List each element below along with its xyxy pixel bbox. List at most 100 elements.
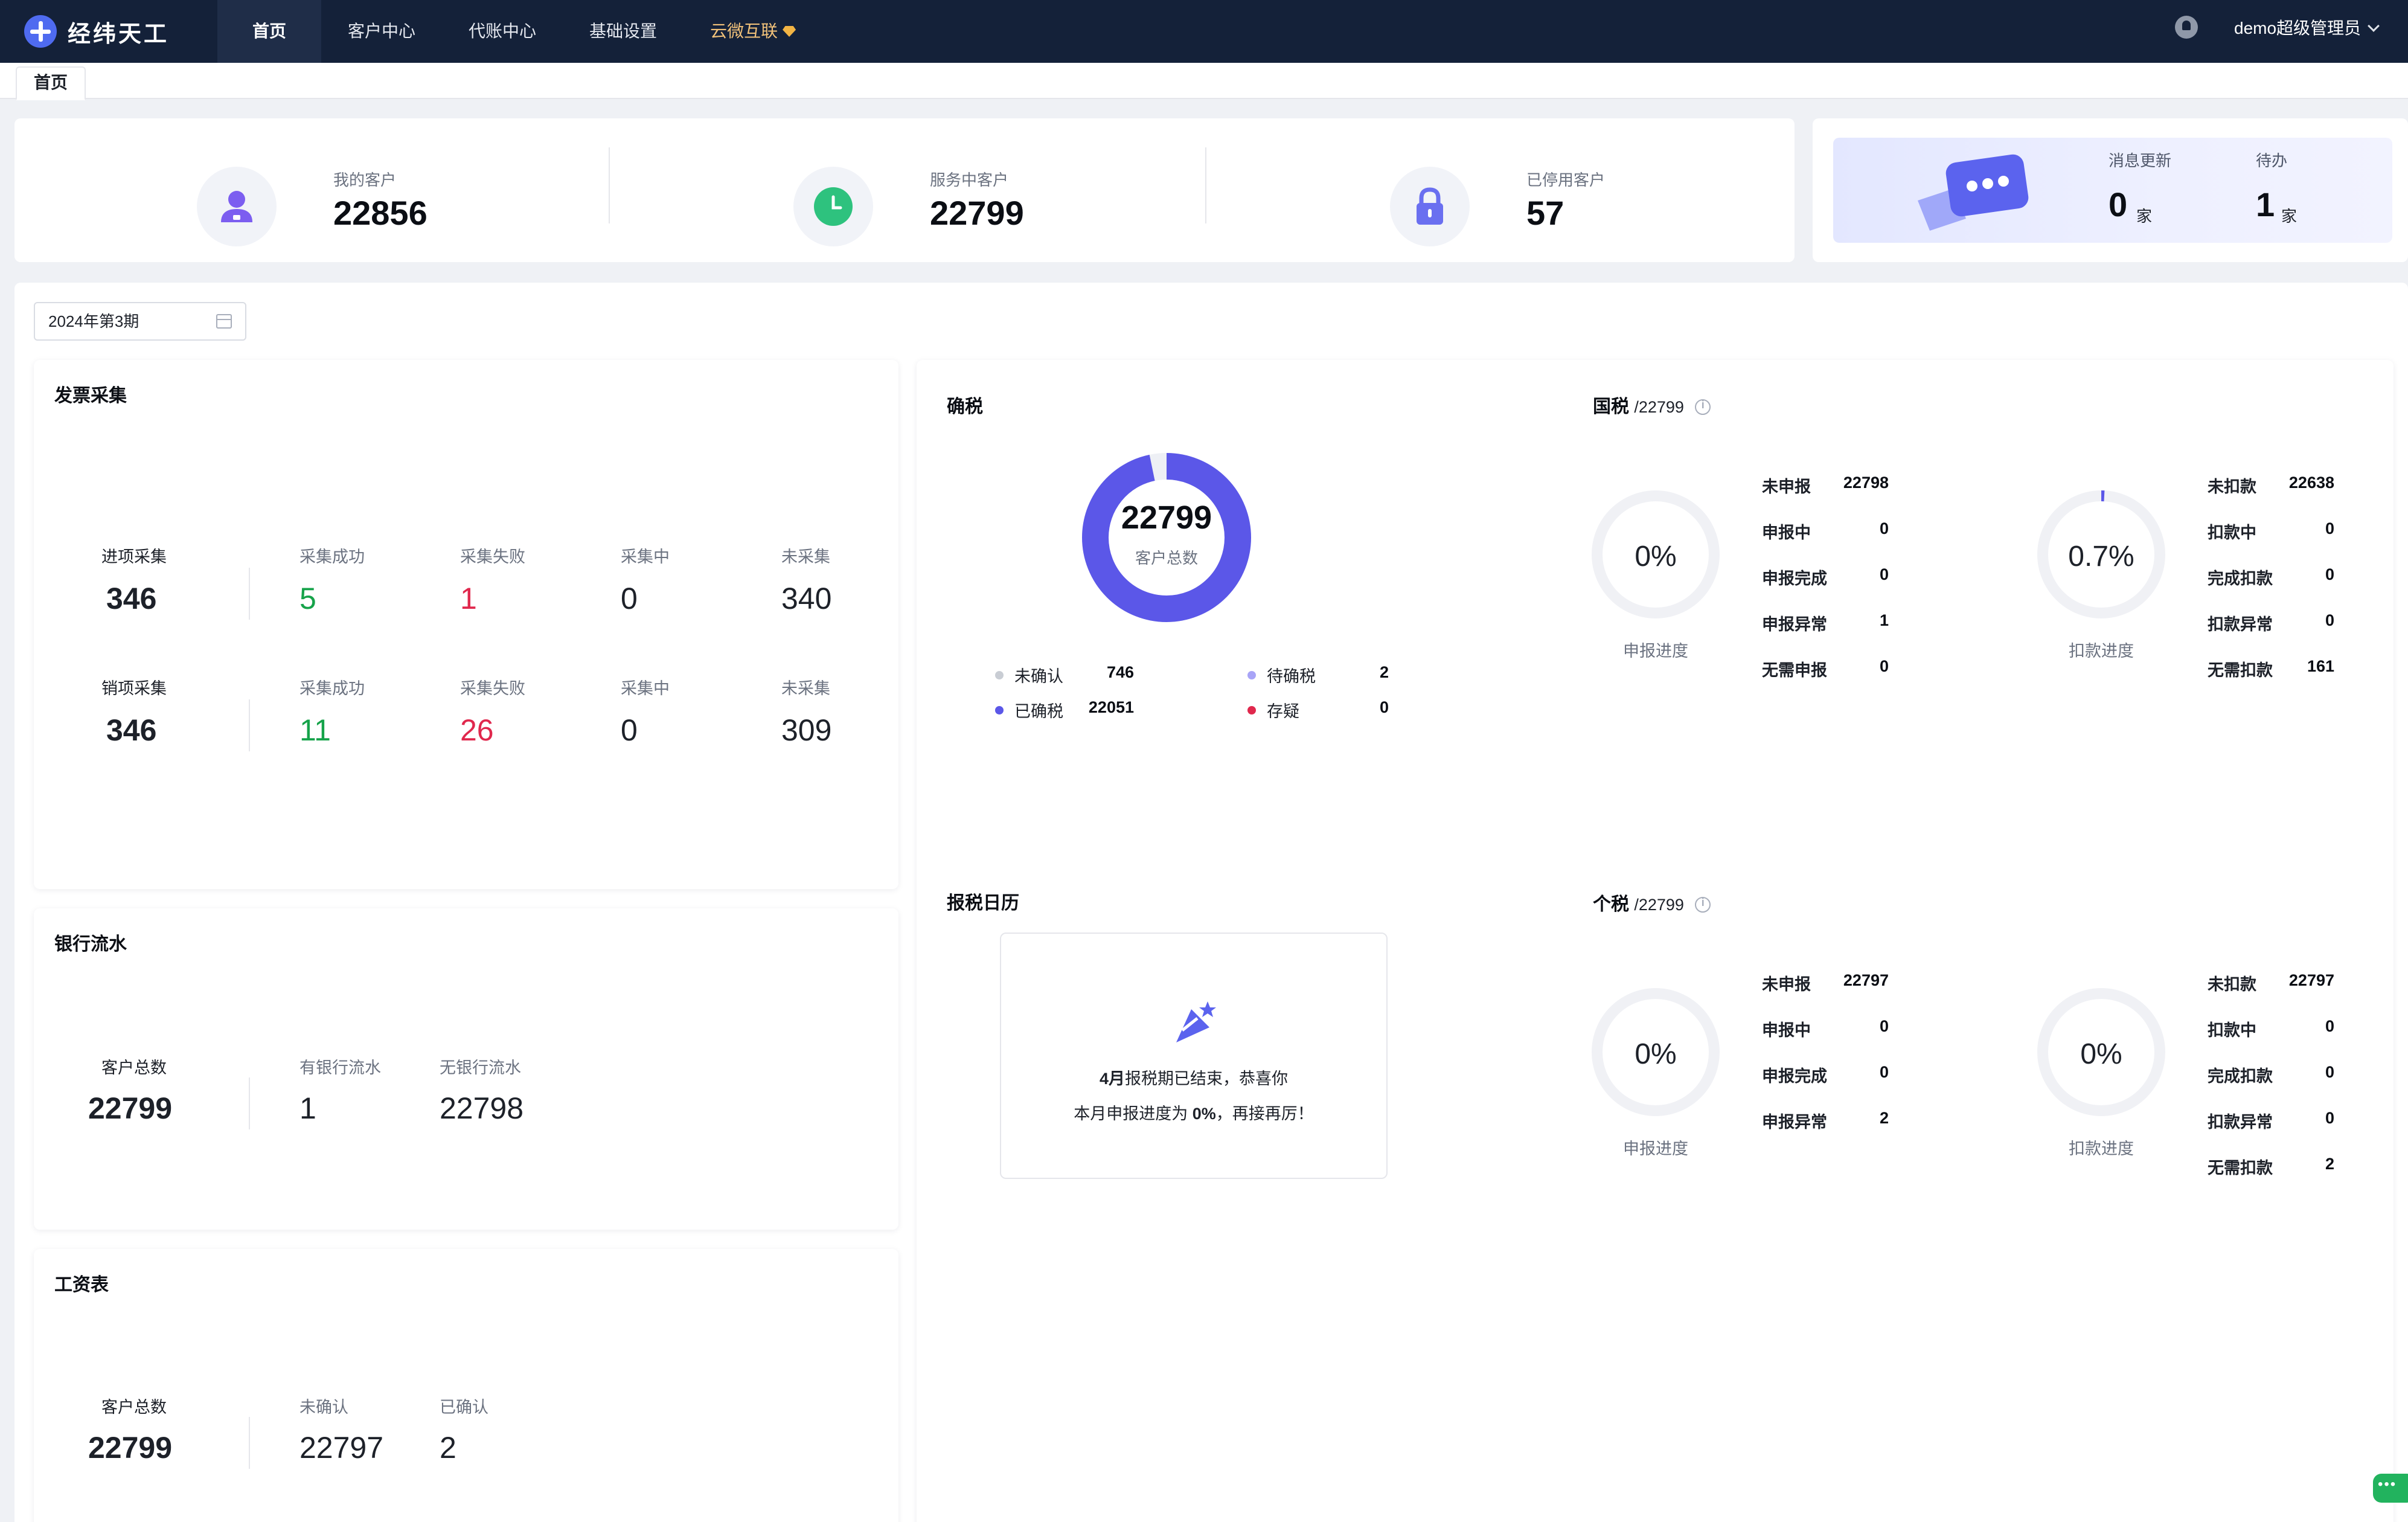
- legend-value: 0: [1379, 698, 1389, 716]
- nav-bookkeeping-center[interactable]: 代账中心: [442, 0, 563, 63]
- kv-value[interactable]: 0: [1804, 1017, 1889, 1036]
- kv-value[interactable]: 22797: [1804, 971, 1889, 990]
- input-none[interactable]: 340: [781, 581, 831, 616]
- calendar-line-1-text: 报税期已结束，恭喜你: [1125, 1070, 1289, 1088]
- kv-value[interactable]: 0: [2250, 565, 2334, 584]
- ring-caption: 扣款进度: [2069, 642, 2134, 660]
- national-deduct-ring[interactable]: 0.7%: [2037, 490, 2165, 618]
- divider: [1205, 147, 1206, 223]
- kv-value[interactable]: 0: [1804, 1063, 1889, 1082]
- stat-my-customers[interactable]: 我的客户 22856: [197, 140, 620, 246]
- ring-caption: 扣款进度: [2069, 1140, 2134, 1158]
- card-title: 工资表: [54, 1275, 109, 1295]
- nav-customer-center[interactable]: 客户中心: [321, 0, 442, 63]
- tab-home[interactable]: 首页: [16, 66, 86, 100]
- legend-pending[interactable]: 待确税: [1247, 663, 1316, 687]
- user-menu[interactable]: demo超级管理员: [2234, 0, 2380, 57]
- kv-value[interactable]: 0: [1804, 565, 1889, 584]
- kv-value[interactable]: 22798: [1804, 474, 1889, 492]
- none-label: 未采集: [781, 679, 830, 698]
- top-navbar: 经纬天工 首页 客户中心 代账中心 基础设置 云微互联 demo超级管理员: [0, 0, 2408, 63]
- kv-value[interactable]: 0: [1804, 519, 1889, 538]
- input-doing[interactable]: 0: [621, 581, 638, 616]
- kv-value[interactable]: 1: [1804, 611, 1889, 630]
- confirm-tax-donut[interactable]: 22799 客户总数: [1081, 452, 1252, 623]
- kv-value[interactable]: 0: [2250, 611, 2334, 630]
- divider: [609, 147, 610, 223]
- output-doing[interactable]: 0: [621, 713, 638, 748]
- page-tab-strip: 首页: [0, 63, 2408, 100]
- bank-none[interactable]: 22798: [440, 1091, 524, 1126]
- kv-value[interactable]: 161: [2250, 657, 2334, 676]
- legend-dot: [1247, 670, 1256, 679]
- kv-value[interactable]: 22638: [2250, 474, 2334, 492]
- notification-bell-icon[interactable]: [2175, 16, 2198, 39]
- personal-tax-suffix: /22799: [1634, 896, 1684, 914]
- info-icon[interactable]: [1695, 896, 1711, 913]
- input-total[interactable]: 346: [106, 581, 156, 616]
- legend-label: 存疑: [1267, 702, 1299, 721]
- kv-value[interactable]: 0: [1804, 657, 1889, 676]
- kv-label: 申报中: [1762, 524, 1811, 542]
- unconfirmed-label: 未确认: [299, 1398, 348, 1416]
- divider: [249, 568, 250, 620]
- payroll-unconfirmed[interactable]: 22797: [299, 1430, 383, 1465]
- input-fail[interactable]: 1: [460, 581, 477, 616]
- kv-value[interactable]: 2: [2250, 1155, 2334, 1174]
- clock-icon: [793, 167, 873, 246]
- input-success[interactable]: 5: [299, 581, 316, 616]
- stat-label: 已停用客户: [1526, 171, 1606, 189]
- kv-value[interactable]: 2: [1804, 1109, 1889, 1128]
- none-label: 未采集: [781, 548, 830, 566]
- message-card[interactable]: 消息更新 0 家 待办 1 家: [1833, 138, 2392, 243]
- legend-value: 746: [1106, 663, 1134, 681]
- brand-logo[interactable]: 经纬天工: [24, 13, 169, 50]
- calendar-line-2-text: ，再接再厉！: [1215, 1105, 1314, 1123]
- party-popper-icon: [1164, 994, 1225, 1048]
- info-icon[interactable]: [1695, 399, 1711, 415]
- fail-label: 采集失败: [460, 679, 525, 698]
- stat-disabled-customers[interactable]: 已停用客户 57: [1390, 140, 1776, 246]
- payroll-total[interactable]: 22799: [88, 1430, 172, 1465]
- output-success[interactable]: 11: [299, 713, 331, 748]
- legend-confirmed[interactable]: 已确税: [995, 698, 1063, 722]
- kv-value[interactable]: 0: [2250, 1063, 2334, 1082]
- total-label: 客户总数: [101, 1059, 167, 1077]
- output-fail[interactable]: 26: [460, 713, 494, 748]
- legend-unconfirmed[interactable]: 未确认: [995, 663, 1063, 687]
- ring-percent: 0%: [2080, 1038, 2122, 1070]
- nav-basic-settings[interactable]: 基础设置: [563, 0, 684, 63]
- ring-percent: 0%: [1635, 1038, 1677, 1070]
- period-picker[interactable]: 2024年第3期: [34, 302, 246, 341]
- kv-label: 未申报: [1762, 975, 1811, 994]
- total-label: 客户总数: [101, 1398, 167, 1416]
- personal-declare-ring[interactable]: 0%: [1592, 988, 1720, 1116]
- kv-value[interactable]: 0: [2250, 1109, 2334, 1128]
- nav-home[interactable]: 首页: [217, 0, 322, 63]
- payroll-confirmed[interactable]: 2: [440, 1430, 456, 1465]
- chat-support-icon[interactable]: [2373, 1474, 2408, 1503]
- stat-serving-customers[interactable]: 服务中客户 22799: [793, 140, 1216, 246]
- nav-yunwei[interactable]: 云微互联: [684, 0, 822, 63]
- stat-label: 服务中客户: [930, 171, 1009, 189]
- bank-has[interactable]: 1: [299, 1091, 316, 1126]
- national-declare-ring[interactable]: 0%: [1592, 490, 1720, 618]
- kv-value[interactable]: 0: [2250, 1017, 2334, 1036]
- card-title: 银行流水: [54, 934, 127, 954]
- output-total[interactable]: 346: [106, 713, 156, 748]
- updates-value: 0: [2109, 185, 2128, 223]
- chevron-down-icon: [2368, 20, 2380, 32]
- brand-name: 经纬天工: [68, 19, 170, 47]
- legend-doubtful[interactable]: 存疑: [1247, 698, 1299, 722]
- personal-deduct-ring[interactable]: 0%: [2037, 988, 2165, 1116]
- output-none[interactable]: 309: [781, 713, 831, 748]
- calendar-line-1: 4月报税期已结束，恭喜你: [1001, 1065, 1386, 1089]
- bank-total[interactable]: 22799: [88, 1091, 172, 1126]
- legend-value: 22051: [1088, 698, 1134, 716]
- kv-value[interactable]: 0: [2250, 519, 2334, 538]
- kv-value[interactable]: 22797: [2250, 971, 2334, 990]
- input-collection-label: 进项采集: [101, 548, 167, 566]
- calendar-month: 4月: [1099, 1070, 1126, 1088]
- ring-caption: 申报进度: [1623, 1140, 1688, 1158]
- national-tax-suffix: /22799: [1634, 398, 1684, 416]
